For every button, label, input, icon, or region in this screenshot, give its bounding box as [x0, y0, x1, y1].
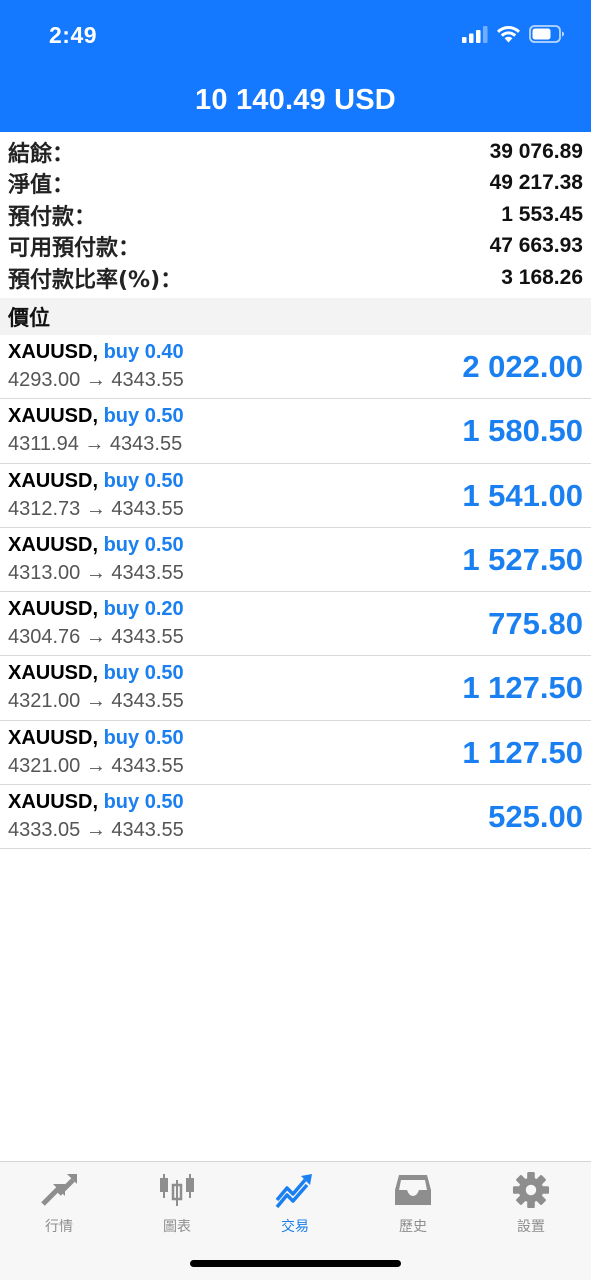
summary-row-equity: 淨值： 49 217.38: [8, 168, 583, 200]
position-symbol: XAUUSD,: [8, 598, 99, 621]
tab-settings[interactable]: 設置: [472, 1170, 590, 1236]
position-title: XAUUSD, buy 0.50: [8, 405, 184, 428]
summary-label: 預付款比率(%)：: [8, 267, 183, 293]
tab-label: 設置: [517, 1219, 545, 1235]
position-profit: 1 127.50: [462, 670, 583, 706]
tab-charts[interactable]: 圖表: [118, 1170, 236, 1236]
summary-label: 可用預付款：: [8, 236, 141, 262]
positions-section-header: 價位: [0, 298, 591, 335]
quotes-arrows-icon: [0, 1170, 118, 1210]
position-row[interactable]: XAUUSD, buy 0.20 4304.76 → 4343.55 775.8…: [0, 592, 591, 657]
position-prices: 4311.94 → 4343.55: [8, 433, 183, 456]
position-symbol: XAUUSD,: [8, 469, 99, 492]
position-side: buy 0.50: [103, 726, 184, 749]
tab-label: 圖表: [163, 1219, 191, 1235]
history-inbox-icon: [354, 1170, 472, 1210]
position-title: XAUUSD, buy 0.50: [8, 534, 184, 557]
summary-label: 結餘：: [8, 141, 75, 167]
screen: 2:49 10 140.49 USD 結餘： 39 076.89 淨值： 49 …: [0, 0, 591, 1280]
home-indicator[interactable]: [190, 1260, 401, 1267]
app-header: 2:49 10 140.49 USD: [0, 0, 591, 132]
position-title: XAUUSD, buy 0.40: [8, 341, 184, 364]
summary-label: 預付款：: [8, 204, 97, 230]
position-prices: 4313.00 → 4343.55: [8, 561, 184, 584]
position-prices: 4321.00 → 4343.55: [8, 754, 184, 777]
cellular-signal-icon: [462, 25, 488, 43]
position-symbol: XAUUSD,: [8, 662, 99, 685]
position-row[interactable]: XAUUSD, buy 0.50 4311.94 → 4343.55 1 580…: [0, 399, 591, 464]
position-side: buy 0.50: [103, 662, 184, 685]
positions-list: XAUUSD, buy 0.40 4293.00 → 4343.55 2 022…: [0, 335, 591, 850]
account-summary: 結餘： 39 076.89 淨值： 49 217.38 預付款： 1 553.4…: [0, 132, 591, 298]
tab-label: 歷史: [399, 1219, 427, 1235]
position-row[interactable]: XAUUSD, buy 0.50 4321.00 → 4343.55 1 127…: [0, 721, 591, 786]
position-title: XAUUSD, buy 0.50: [8, 470, 184, 493]
position-side: buy 0.20: [103, 598, 184, 621]
position-prices: 4312.73 → 4343.55: [8, 497, 184, 520]
position-profit: 1 541.00: [462, 477, 583, 513]
summary-label: 淨值：: [8, 173, 75, 199]
position-side: buy 0.40: [103, 341, 184, 363]
summary-row-free-margin: 可用預付款： 47 663.93: [8, 231, 583, 263]
position-title: XAUUSD, buy 0.50: [8, 791, 184, 814]
gear-icon: [472, 1170, 590, 1210]
position-symbol: XAUUSD,: [8, 341, 99, 363]
balance-header-title: 10 140.49 USD: [195, 84, 396, 116]
summary-row-margin: 預付款： 1 553.45: [8, 199, 583, 231]
wifi-icon: [497, 26, 520, 43]
tab-trade[interactable]: 交易: [236, 1170, 354, 1236]
status-time: 2:49: [49, 22, 98, 48]
summary-value: 3 168.26: [501, 265, 583, 289]
position-side: buy 0.50: [103, 533, 184, 556]
position-profit: 2 022.00: [462, 349, 583, 384]
summary-row-margin-level: 預付款比率(%)： 3 168.26: [8, 262, 583, 294]
position-row[interactable]: XAUUSD, buy 0.50 4312.73 → 4343.55 1 541…: [0, 464, 591, 528]
tab-quotes[interactable]: 行情: [0, 1170, 118, 1236]
position-profit: 1 127.50: [462, 734, 583, 770]
battery-icon: [529, 25, 564, 43]
position-symbol: XAUUSD,: [8, 533, 99, 556]
summary-row-balance: 結餘： 39 076.89: [8, 136, 583, 168]
position-prices: 4321.00 → 4343.55: [8, 690, 184, 713]
position-title: XAUUSD, buy 0.50: [8, 662, 184, 685]
status-icons: [462, 25, 565, 43]
position-profit: 525.00: [488, 799, 583, 835]
position-prices: 4293.00 → 4343.55: [8, 369, 184, 391]
trade-trend-icon: [236, 1170, 354, 1210]
position-symbol: XAUUSD,: [8, 405, 99, 428]
summary-value: 1 553.45: [501, 202, 583, 226]
summary-value: 47 663.93: [489, 234, 583, 258]
position-prices: 4304.76 → 4343.55: [8, 626, 184, 649]
position-symbol: XAUUSD,: [8, 791, 99, 814]
tab-history[interactable]: 歷史: [354, 1170, 472, 1236]
position-prices: 4333.05 → 4343.55: [8, 819, 184, 842]
position-side: buy 0.50: [103, 469, 184, 492]
position-row[interactable]: XAUUSD, buy 0.50 4321.00 → 4343.55 1 127…: [0, 656, 591, 721]
summary-value: 49 217.38: [489, 171, 583, 195]
position-side: buy 0.50: [103, 791, 184, 814]
tab-label: 行情: [45, 1219, 73, 1235]
status-bar: 2:49: [0, 0, 591, 70]
position-title: XAUUSD, buy 0.20: [8, 598, 184, 621]
position-row[interactable]: XAUUSD, buy 0.50 4333.05 → 4343.55 525.0…: [0, 785, 591, 850]
summary-value: 39 076.89: [489, 139, 583, 163]
position-symbol: XAUUSD,: [8, 726, 99, 749]
position-row[interactable]: XAUUSD, buy 0.40 4293.00 → 4343.55 2 022…: [0, 335, 591, 400]
position-profit: 1 527.50: [462, 541, 583, 577]
tab-label: 交易: [281, 1219, 309, 1235]
position-title: XAUUSD, buy 0.50: [8, 727, 184, 750]
position-row[interactable]: XAUUSD, buy 0.50 4313.00 → 4343.55 1 527…: [0, 528, 591, 593]
position-profit: 775.80: [488, 606, 583, 642]
candlestick-chart-icon: [118, 1170, 236, 1210]
position-profit: 1 580.50: [462, 413, 583, 449]
position-side: buy 0.50: [103, 405, 184, 428]
